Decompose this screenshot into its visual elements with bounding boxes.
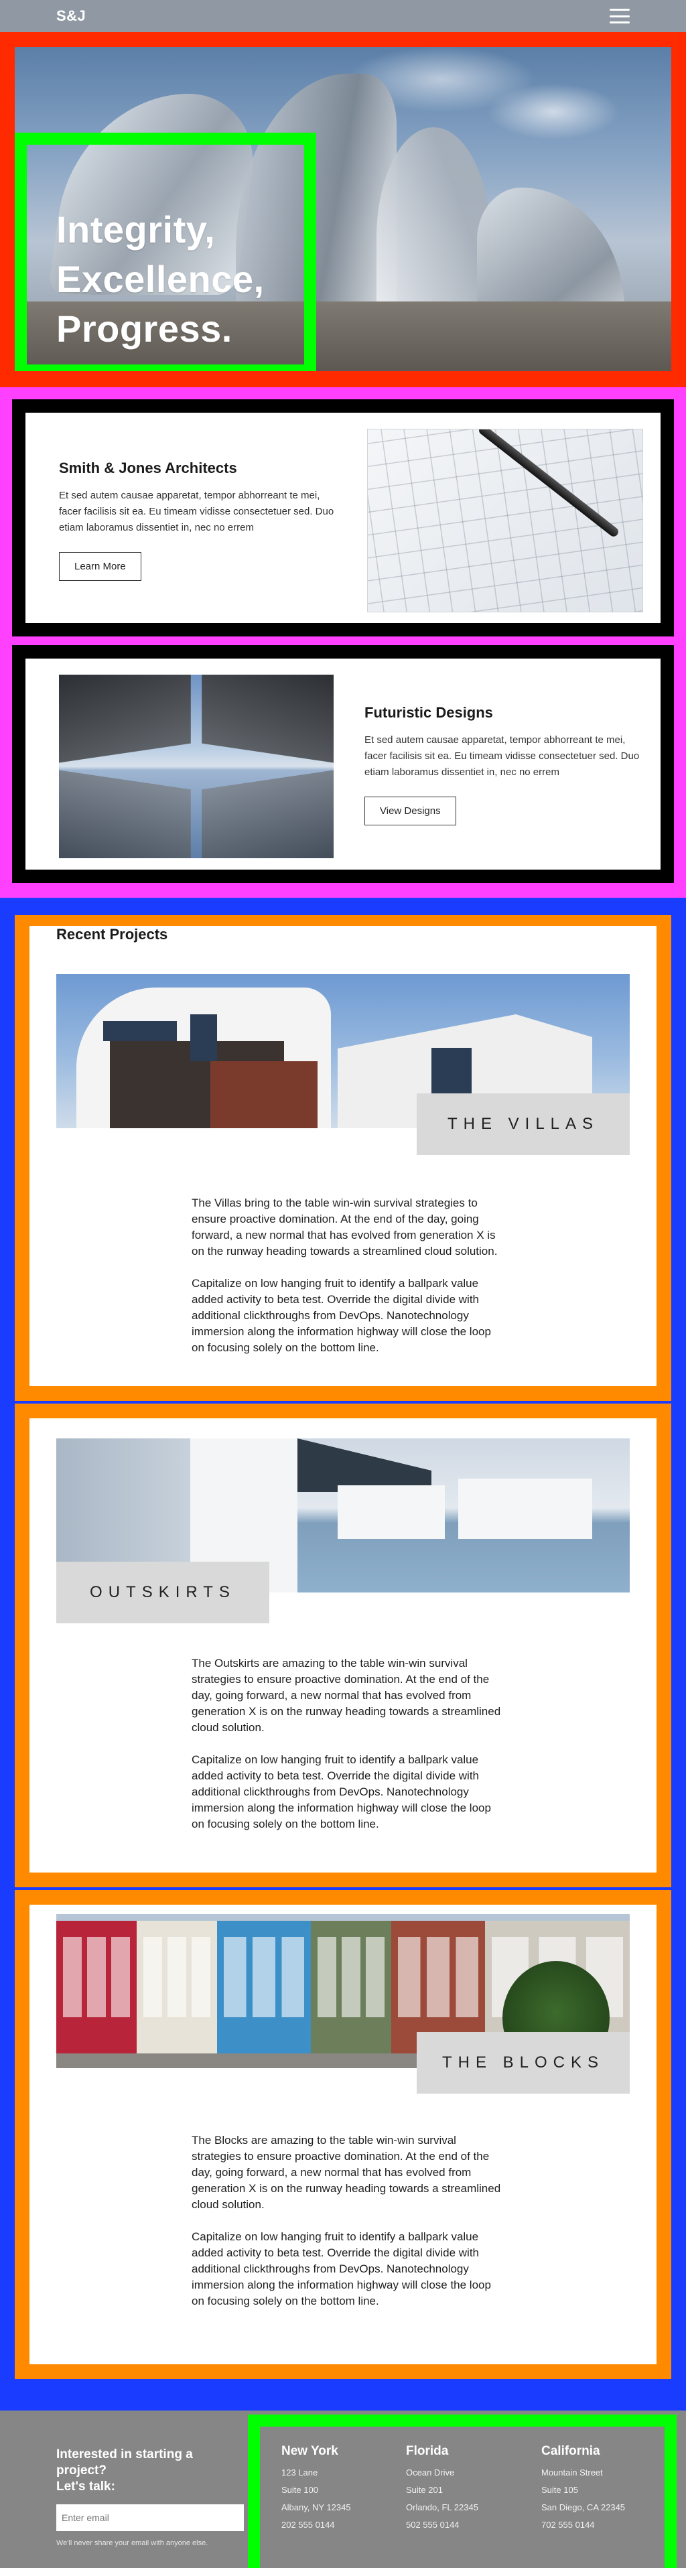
- service-card-frame: Smith & Jones Architects Et sed autem ca…: [12, 399, 674, 636]
- project-block-blocks: THE BLOCKS The Blocks are amazing to the…: [15, 1890, 671, 2379]
- service-card-futuristic: Futuristic Designs Et sed autem causae a…: [25, 659, 661, 870]
- service-card-architects: Smith & Jones Architects Et sed autem ca…: [25, 413, 661, 623]
- email-fineprint: We'll never share your email with anyone…: [56, 2539, 208, 2547]
- project-description: The Villas bring to the table win-win su…: [192, 1197, 498, 1354]
- contact-cta: Interested in starting a project? Let's …: [56, 2447, 244, 2547]
- office-california: California Mountain Street Suite 105 San…: [541, 2444, 626, 2530]
- recent-projects-section: Recent Projects THE VILLAS The Villas br…: [0, 898, 686, 2411]
- project-block-villas: Recent Projects THE VILLAS The Villas br…: [15, 915, 671, 1401]
- hero-title: Integrity, Excellence, Progress.: [56, 208, 265, 350]
- recent-projects-heading: Recent Projects: [56, 926, 168, 943]
- project-label: THE VILLAS: [417, 1093, 630, 1155]
- hero-image: Integrity, Excellence, Progress.: [15, 47, 671, 371]
- service-description: Et sed autem causae apparetat, tempor ab…: [364, 734, 640, 778]
- cta-heading: Interested in starting a project? Let's …: [56, 2447, 193, 2494]
- email-input[interactable]: [56, 2504, 244, 2531]
- view-designs-button[interactable]: View Designs: [364, 797, 456, 825]
- blueprint-image: [367, 429, 643, 612]
- service-description: Et sed autem causae apparetat, tempor ab…: [59, 490, 334, 533]
- brand-logo[interactable]: S&J: [56, 7, 86, 25]
- office-florida: Florida Ocean Drive Suite 201 Orlando, F…: [406, 2444, 478, 2530]
- office-new-york: New York 123 Lane Suite 100 Albany, NY 1…: [281, 2444, 351, 2530]
- service-title: Futuristic Designs: [364, 704, 493, 721]
- hero-section: Integrity, Excellence, Progress.: [0, 32, 686, 387]
- project-description: The Outskirts are amazing to the table w…: [192, 1657, 501, 1830]
- service-title: Smith & Jones Architects: [59, 460, 237, 476]
- top-navbar: S&J: [0, 0, 686, 32]
- project-description: The Blocks are amazing to the table win-…: [192, 2134, 501, 2307]
- learn-more-button[interactable]: Learn More: [59, 552, 141, 581]
- hamburger-menu-icon[interactable]: [610, 9, 630, 23]
- service-card-frame: Futuristic Designs Et sed autem causae a…: [12, 645, 674, 883]
- project-label: THE BLOCKS: [417, 2032, 630, 2094]
- project-label: OUTSKIRTS: [56, 1562, 269, 1623]
- project-block-outskirts: OUTSKIRTS The Outskirts are amazing to t…: [15, 1404, 671, 1887]
- services-section: Smith & Jones Architects Et sed autem ca…: [0, 387, 686, 898]
- futuristic-building-image: [59, 675, 334, 858]
- footer: Interested in starting a project? Let's …: [0, 2411, 686, 2568]
